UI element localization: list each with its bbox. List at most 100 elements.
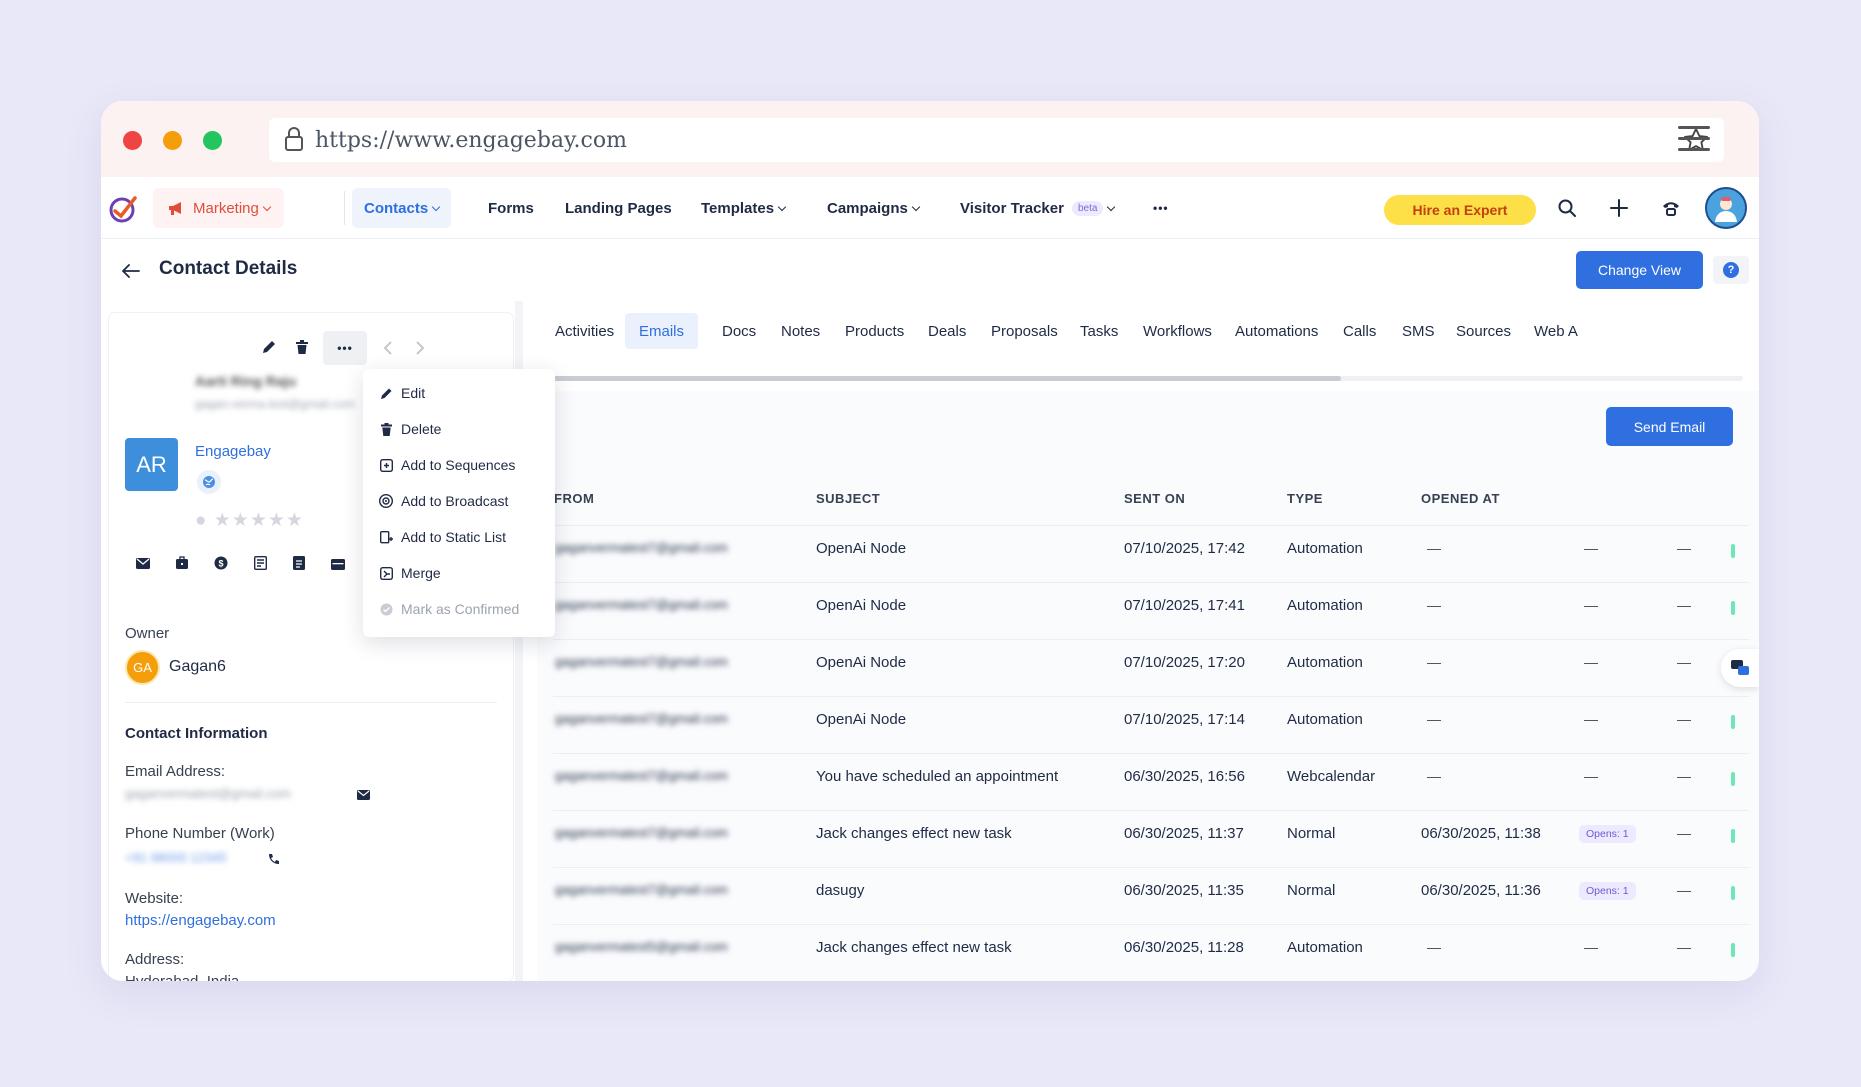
menu-merge[interactable]: Merge	[379, 565, 441, 581]
address-bar[interactable]: https://www.engagebay.com	[269, 118, 1724, 162]
tab-sms[interactable]: SMS	[1388, 313, 1449, 349]
note-action-icon[interactable]	[250, 553, 270, 573]
maximize-window-button[interactable]	[203, 131, 222, 150]
tab-proposals[interactable]: Proposals	[977, 313, 1072, 349]
edit-pencil-icon[interactable]	[259, 337, 279, 357]
svg-text:$: $	[218, 559, 223, 569]
row-subject[interactable]: OpenAi Node	[816, 540, 906, 557]
trash-icon	[379, 422, 393, 436]
user-avatar[interactable]	[1705, 187, 1747, 229]
row-subject[interactable]: OpenAi Node	[816, 654, 906, 671]
hire-expert-button[interactable]: Hire an Expert	[1384, 195, 1536, 225]
call-phone-icon[interactable]	[265, 851, 281, 867]
row-opened-at: 06/30/2025, 11:38	[1421, 825, 1541, 842]
nav-templates-dropdown[interactable]: Templates	[701, 177, 787, 239]
row-opened-at-empty	[1427, 777, 1441, 778]
help-button[interactable]: ?	[1713, 256, 1749, 284]
next-contact-icon[interactable]	[407, 335, 433, 361]
tab-emails[interactable]: Emails	[625, 313, 699, 349]
table-row[interactable]: gaganvermatest7@gmail.com OpenAi Node 07/1…	[553, 582, 1749, 630]
row-subject[interactable]: OpenAi Node	[816, 597, 906, 614]
close-window-button[interactable]	[123, 131, 142, 150]
tab-automations[interactable]: Automations	[1221, 313, 1332, 349]
tab-deals[interactable]: Deals	[914, 313, 980, 349]
opens-badge: Opens: 1	[1579, 882, 1636, 900]
tab-workflows[interactable]: Workflows	[1129, 313, 1226, 349]
tab-notes[interactable]: Notes	[767, 313, 834, 349]
tab-activities[interactable]: Activities	[541, 313, 628, 349]
nav-more-button[interactable]: •••	[1153, 177, 1169, 239]
email-address-value[interactable]: gaganvermatest@gmail.com	[125, 786, 291, 801]
delete-trash-icon[interactable]	[292, 337, 312, 357]
row-subject[interactable]: dasugy	[816, 882, 864, 899]
back-arrow-icon[interactable]	[121, 261, 141, 281]
row-subject[interactable]: Jack changes effect new task	[816, 825, 1012, 842]
menu-add-to-static-list[interactable]: Add to Static List	[379, 529, 506, 545]
globe-icon[interactable]	[197, 470, 221, 494]
menu-mark-as-confirmed[interactable]: Mark as Confirmed	[379, 601, 519, 617]
nav-landing-pages[interactable]: Landing Pages	[565, 177, 672, 239]
menu-add-to-broadcast[interactable]: Add to Broadcast	[379, 493, 508, 509]
rating-stars[interactable]: ● ★★★★★	[195, 509, 304, 532]
tab-products[interactable]: Products	[831, 313, 918, 349]
change-view-button[interactable]: Change View	[1576, 251, 1703, 289]
more-actions-button[interactable]: •••	[323, 331, 367, 365]
section-divider	[125, 702, 497, 703]
row-sent-on: 06/30/2025, 11:35	[1124, 882, 1244, 899]
previous-contact-icon[interactable]	[375, 335, 401, 361]
tabs-scrollbar-thumb[interactable]	[553, 376, 1341, 381]
email-action-icon[interactable]	[133, 553, 153, 573]
phone-value[interactable]: +91 98000 12345	[125, 850, 227, 865]
table-row[interactable]: gaganvermatest5@gmail.com Jack changes ef…	[553, 924, 1749, 972]
table-row[interactable]: gaganvermatest7@gmail.com dasugy 06/30/202…	[553, 867, 1749, 915]
nav-divider	[344, 191, 345, 225]
chat-widget-icon[interactable]	[1721, 649, 1759, 687]
nav-visitor-tracker-dropdown[interactable]: Visitor Tracker beta	[960, 177, 1116, 239]
menu-delete[interactable]: Delete	[379, 421, 441, 437]
tab-sources[interactable]: Sources	[1442, 313, 1525, 349]
nav-contacts-dropdown[interactable]: Contacts	[352, 188, 452, 228]
browser-menu-icon[interactable]	[1678, 126, 1710, 152]
phone-icon[interactable]	[1659, 196, 1683, 220]
table-row[interactable]: gaganvermatest7@gmail.com Jack changes ef…	[553, 810, 1749, 858]
send-email-button[interactable]: Send Email	[1606, 407, 1733, 446]
table-row[interactable]: gaganvermatest7@gmail.com OpenAi Node 07/1…	[553, 696, 1749, 744]
tab-docs[interactable]: Docs	[708, 313, 770, 349]
row-status-indicator	[1731, 886, 1735, 900]
address-value: Hyderabad, India	[125, 973, 239, 981]
nav-campaigns-dropdown[interactable]: Campaigns	[827, 177, 921, 239]
search-icon[interactable]	[1555, 196, 1579, 220]
website-link[interactable]: https://engagebay.com	[125, 912, 276, 929]
row-status-indicator	[1731, 544, 1735, 558]
table-row[interactable]: gaganvermatest7@gmail.com OpenAi Node 07/1…	[553, 525, 1749, 573]
row-sent-on: 07/10/2025, 17:42	[1124, 540, 1245, 557]
row-opens-empty	[1584, 948, 1598, 949]
row-opened-at-empty	[1427, 663, 1441, 664]
deal-action-icon[interactable]	[172, 553, 192, 573]
document-action-icon[interactable]	[289, 553, 309, 573]
contact-company-link[interactable]: Engagebay	[195, 443, 271, 460]
minimize-window-button[interactable]	[163, 131, 182, 150]
owner-name[interactable]: Gagan6	[169, 658, 226, 676]
menu-add-to-sequences[interactable]: Add to Sequences	[379, 457, 515, 473]
calendar-action-icon[interactable]	[328, 553, 348, 573]
row-subject[interactable]: You have scheduled an appointment	[816, 768, 1058, 785]
tab-web-activity[interactable]: Web A	[1520, 313, 1580, 349]
nav-forms[interactable]: Forms	[488, 177, 534, 239]
row-subject[interactable]: Jack changes effect new task	[816, 939, 1012, 956]
tab-tasks[interactable]: Tasks	[1066, 313, 1132, 349]
row-subject[interactable]: OpenAi Node	[816, 711, 906, 728]
row-extra-empty	[1677, 549, 1691, 550]
engagebay-logo-icon[interactable]	[107, 191, 141, 225]
row-type: Automation	[1287, 654, 1363, 671]
table-row[interactable]: gaganvermatest7@gmail.com You have schedu…	[553, 753, 1749, 801]
dollar-action-icon[interactable]: $	[211, 553, 231, 573]
col-header-opened-at: OPENED AT	[1421, 491, 1500, 506]
nav-marketing-dropdown[interactable]: Marketing	[153, 188, 284, 228]
plus-icon[interactable]	[1607, 196, 1631, 220]
tab-calls[interactable]: Calls	[1329, 313, 1390, 349]
table-row[interactable]: gaganvermatest7@gmail.com OpenAi Node 07/1…	[553, 639, 1749, 687]
send-email-icon[interactable]	[355, 787, 371, 803]
nav-visitor-tracker-label: Visitor Tracker	[960, 199, 1064, 217]
menu-edit[interactable]: Edit	[379, 385, 425, 401]
